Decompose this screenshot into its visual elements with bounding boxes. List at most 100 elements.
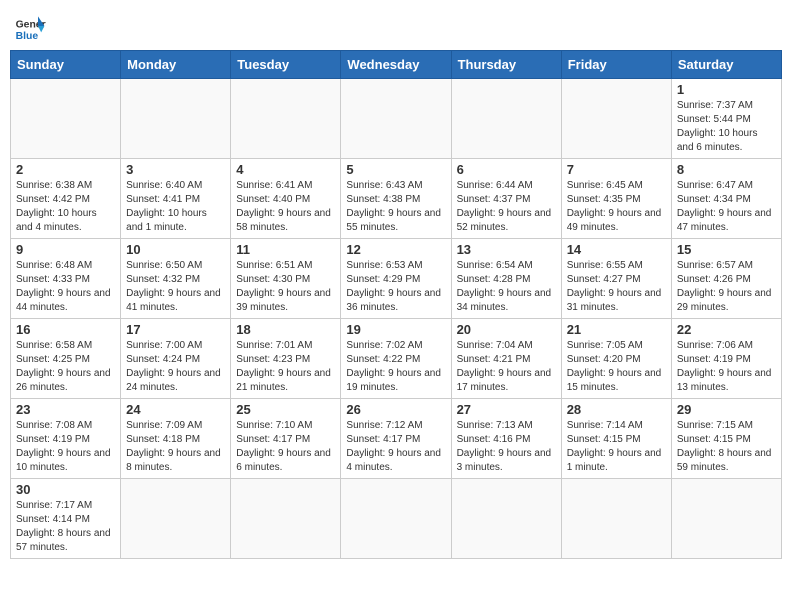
day-number: 30 <box>16 482 115 497</box>
day-number: 17 <box>126 322 225 337</box>
calendar-cell <box>341 479 451 559</box>
day-number: 11 <box>236 242 335 257</box>
day-number: 3 <box>126 162 225 177</box>
calendar-cell: 18Sunrise: 7:01 AM Sunset: 4:23 PM Dayli… <box>231 319 341 399</box>
weekday-header-tuesday: Tuesday <box>231 51 341 79</box>
day-number: 15 <box>677 242 776 257</box>
day-number: 9 <box>16 242 115 257</box>
calendar-cell: 8 Sunrise: 6:47 AM Sunset: 4:34 PM Daylig… <box>671 159 781 239</box>
day-number: 12 <box>346 242 445 257</box>
calendar-cell: 9 Sunrise: 6:48 AM Sunset: 4:33 PM Daylig… <box>11 239 121 319</box>
calendar-cell <box>671 479 781 559</box>
day-number: 7 <box>567 162 666 177</box>
day-number: 16 <box>16 322 115 337</box>
weekday-header-thursday: Thursday <box>451 51 561 79</box>
calendar-cell: 15 Sunrise: 6:57 AM Sunset: 4:26 PM Dayli… <box>671 239 781 319</box>
day-info: Sunrise: 6:51 AM Sunset: 4:30 PM Dayligh… <box>236 259 335 315</box>
day-info: Sunrise: 7:06 AM Sunset: 4:19 PM Dayligh… <box>677 339 776 395</box>
day-number: 26 <box>346 402 445 417</box>
calendar-cell <box>341 79 451 159</box>
day-number: 5 <box>346 162 445 177</box>
day-info: Sunrise: 7:10 AM Sunset: 4:17 PM Dayligh… <box>236 419 335 475</box>
day-number: 21 <box>567 322 666 337</box>
day-number: 22 <box>677 322 776 337</box>
calendar-cell: 29Sunrise: 7:15 AM Sunset: 4:15 PM Dayli… <box>671 399 781 479</box>
day-info: Sunrise: 6:40 AM Sunset: 4:41 PM Dayligh… <box>126 179 225 235</box>
calendar-cell: 11 Sunrise: 6:51 AM Sunset: 4:30 PM Dayli… <box>231 239 341 319</box>
day-number: 10 <box>126 242 225 257</box>
calendar-cell: 7 Sunrise: 6:45 AM Sunset: 4:35 PM Daylig… <box>561 159 671 239</box>
calendar-cell <box>451 79 561 159</box>
week-row-5: 30Sunrise: 7:17 AM Sunset: 4:14 PM Dayli… <box>11 479 782 559</box>
calendar-cell: 13Sunrise: 6:54 AM Sunset: 4:28 PM Dayli… <box>451 239 561 319</box>
weekday-header-friday: Friday <box>561 51 671 79</box>
day-number: 23 <box>16 402 115 417</box>
calendar-cell: 26 Sunrise: 7:12 AM Sunset: 4:17 PM Dayli… <box>341 399 451 479</box>
day-info: Sunrise: 7:12 AM Sunset: 4:17 PM Dayligh… <box>346 419 445 475</box>
day-info: Sunrise: 6:55 AM Sunset: 4:27 PM Dayligh… <box>567 259 666 315</box>
day-number: 19 <box>346 322 445 337</box>
day-info: Sunrise: 7:01 AM Sunset: 4:23 PM Dayligh… <box>236 339 335 395</box>
calendar-cell: 12 Sunrise: 6:53 AM Sunset: 4:29 PM Dayli… <box>341 239 451 319</box>
calendar-cell: 21 Sunrise: 7:05 AM Sunset: 4:20 PM Dayli… <box>561 319 671 399</box>
weekday-header-row: SundayMondayTuesdayWednesdayThursdayFrid… <box>11 51 782 79</box>
day-info: Sunrise: 6:41 AM Sunset: 4:40 PM Dayligh… <box>236 179 335 235</box>
day-info: Sunrise: 6:57 AM Sunset: 4:26 PM Dayligh… <box>677 259 776 315</box>
day-info: Sunrise: 7:08 AM Sunset: 4:19 PM Dayligh… <box>16 419 115 475</box>
day-info: Sunrise: 6:53 AM Sunset: 4:29 PM Dayligh… <box>346 259 445 315</box>
calendar-cell: 17 Sunrise: 7:00 AM Sunset: 4:24 PM Dayli… <box>121 319 231 399</box>
day-info: Sunrise: 6:54 AM Sunset: 4:28 PM Dayligh… <box>457 259 556 315</box>
day-number: 14 <box>567 242 666 257</box>
day-info: Sunrise: 6:43 AM Sunset: 4:38 PM Dayligh… <box>346 179 445 235</box>
calendar-cell: 27 Sunrise: 7:13 AM Sunset: 4:16 PM Dayli… <box>451 399 561 479</box>
day-info: Sunrise: 7:37 AM Sunset: 5:44 PM Dayligh… <box>677 99 776 155</box>
calendar-cell: 3 Sunrise: 6:40 AM Sunset: 4:41 PM Daylig… <box>121 159 231 239</box>
day-info: Sunrise: 7:04 AM Sunset: 4:21 PM Dayligh… <box>457 339 556 395</box>
calendar-cell: 2Sunrise: 6:38 AM Sunset: 4:42 PM Daylig… <box>11 159 121 239</box>
calendar-cell: 30Sunrise: 7:17 AM Sunset: 4:14 PM Dayli… <box>11 479 121 559</box>
day-number: 24 <box>126 402 225 417</box>
calendar-cell <box>451 479 561 559</box>
calendar-cell: 16Sunrise: 6:58 AM Sunset: 4:25 PM Dayli… <box>11 319 121 399</box>
day-info: Sunrise: 7:00 AM Sunset: 4:24 PM Dayligh… <box>126 339 225 395</box>
day-info: Sunrise: 7:14 AM Sunset: 4:15 PM Dayligh… <box>567 419 666 475</box>
day-info: Sunrise: 7:15 AM Sunset: 4:15 PM Dayligh… <box>677 419 776 475</box>
calendar-cell: 1Sunrise: 7:37 AM Sunset: 5:44 PM Daylig… <box>671 79 781 159</box>
calendar-cell: 25 Sunrise: 7:10 AM Sunset: 4:17 PM Dayli… <box>231 399 341 479</box>
day-number: 28 <box>567 402 666 417</box>
calendar-cell: 5 Sunrise: 6:43 AM Sunset: 4:38 PM Daylig… <box>341 159 451 239</box>
day-number: 8 <box>677 162 776 177</box>
calendar-cell: 14 Sunrise: 6:55 AM Sunset: 4:27 PM Dayli… <box>561 239 671 319</box>
calendar-cell: 28 Sunrise: 7:14 AM Sunset: 4:15 PM Dayli… <box>561 399 671 479</box>
week-row-3: 16Sunrise: 6:58 AM Sunset: 4:25 PM Dayli… <box>11 319 782 399</box>
day-number: 20 <box>457 322 556 337</box>
day-info: Sunrise: 7:13 AM Sunset: 4:16 PM Dayligh… <box>457 419 556 475</box>
calendar-cell <box>561 479 671 559</box>
calendar-cell: 4Sunrise: 6:41 AM Sunset: 4:40 PM Daylig… <box>231 159 341 239</box>
day-info: Sunrise: 6:50 AM Sunset: 4:32 PM Dayligh… <box>126 259 225 315</box>
logo-icon: General Blue <box>14 10 46 42</box>
calendar-cell <box>121 79 231 159</box>
day-info: Sunrise: 6:45 AM Sunset: 4:35 PM Dayligh… <box>567 179 666 235</box>
day-number: 27 <box>457 402 556 417</box>
calendar-cell: 22 Sunrise: 7:06 AM Sunset: 4:19 PM Dayli… <box>671 319 781 399</box>
week-row-1: 2Sunrise: 6:38 AM Sunset: 4:42 PM Daylig… <box>11 159 782 239</box>
day-number: 25 <box>236 402 335 417</box>
week-row-0: 1Sunrise: 7:37 AM Sunset: 5:44 PM Daylig… <box>11 79 782 159</box>
calendar-cell: 6 Sunrise: 6:44 AM Sunset: 4:37 PM Daylig… <box>451 159 561 239</box>
day-info: Sunrise: 6:48 AM Sunset: 4:33 PM Dayligh… <box>16 259 115 315</box>
day-info: Sunrise: 6:47 AM Sunset: 4:34 PM Dayligh… <box>677 179 776 235</box>
day-number: 6 <box>457 162 556 177</box>
weekday-header-sunday: Sunday <box>11 51 121 79</box>
svg-text:Blue: Blue <box>16 31 39 42</box>
day-info: Sunrise: 6:44 AM Sunset: 4:37 PM Dayligh… <box>457 179 556 235</box>
week-row-2: 9 Sunrise: 6:48 AM Sunset: 4:33 PM Daylig… <box>11 239 782 319</box>
day-info: Sunrise: 7:09 AM Sunset: 4:18 PM Dayligh… <box>126 419 225 475</box>
week-row-4: 23 Sunrise: 7:08 AM Sunset: 4:19 PM Dayli… <box>11 399 782 479</box>
day-info: Sunrise: 7:05 AM Sunset: 4:20 PM Dayligh… <box>567 339 666 395</box>
weekday-header-wednesday: Wednesday <box>341 51 451 79</box>
calendar-cell: 20 Sunrise: 7:04 AM Sunset: 4:21 PM Dayli… <box>451 319 561 399</box>
calendar-cell: 24 Sunrise: 7:09 AM Sunset: 4:18 PM Dayli… <box>121 399 231 479</box>
calendar-cell <box>231 479 341 559</box>
day-number: 2 <box>16 162 115 177</box>
